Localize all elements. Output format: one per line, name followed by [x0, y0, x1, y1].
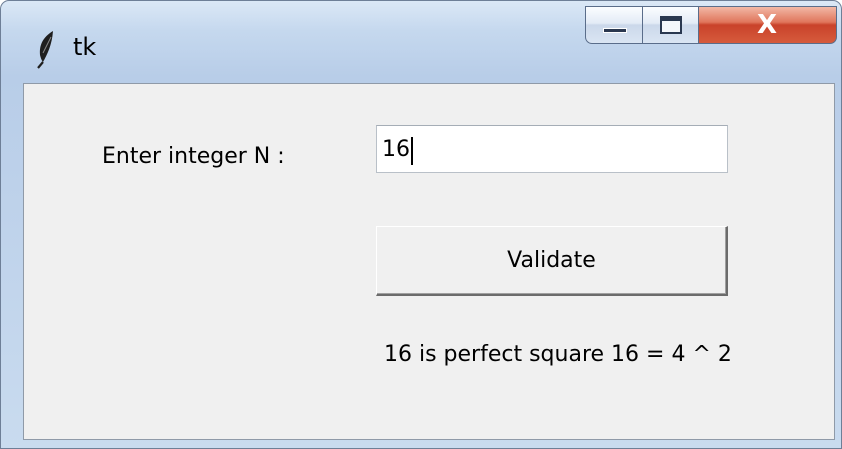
window-title: tk: [73, 33, 97, 61]
close-button[interactable]: X: [699, 6, 837, 44]
title-bar[interactable]: tk X: [1, 1, 841, 81]
integer-n-input[interactable]: [376, 125, 728, 173]
feather-icon: [37, 31, 53, 69]
integer-n-label: Enter integer N :: [102, 144, 285, 169]
minimize-button[interactable]: [585, 6, 643, 44]
maximize-button[interactable]: [643, 6, 699, 44]
close-icon: X: [756, 10, 778, 40]
text-caret: [411, 137, 413, 165]
maximize-icon: [660, 16, 682, 34]
client-area: Enter integer N : Validate 16 is perfect…: [23, 83, 835, 440]
app-window: tk X Enter integer N : Validate 16 is pe…: [0, 0, 842, 449]
minimize-icon: [603, 28, 627, 33]
validate-button[interactable]: Validate: [376, 226, 728, 296]
result-text: 16 is perfect square 16 = 4 ^ 2: [384, 342, 732, 367]
